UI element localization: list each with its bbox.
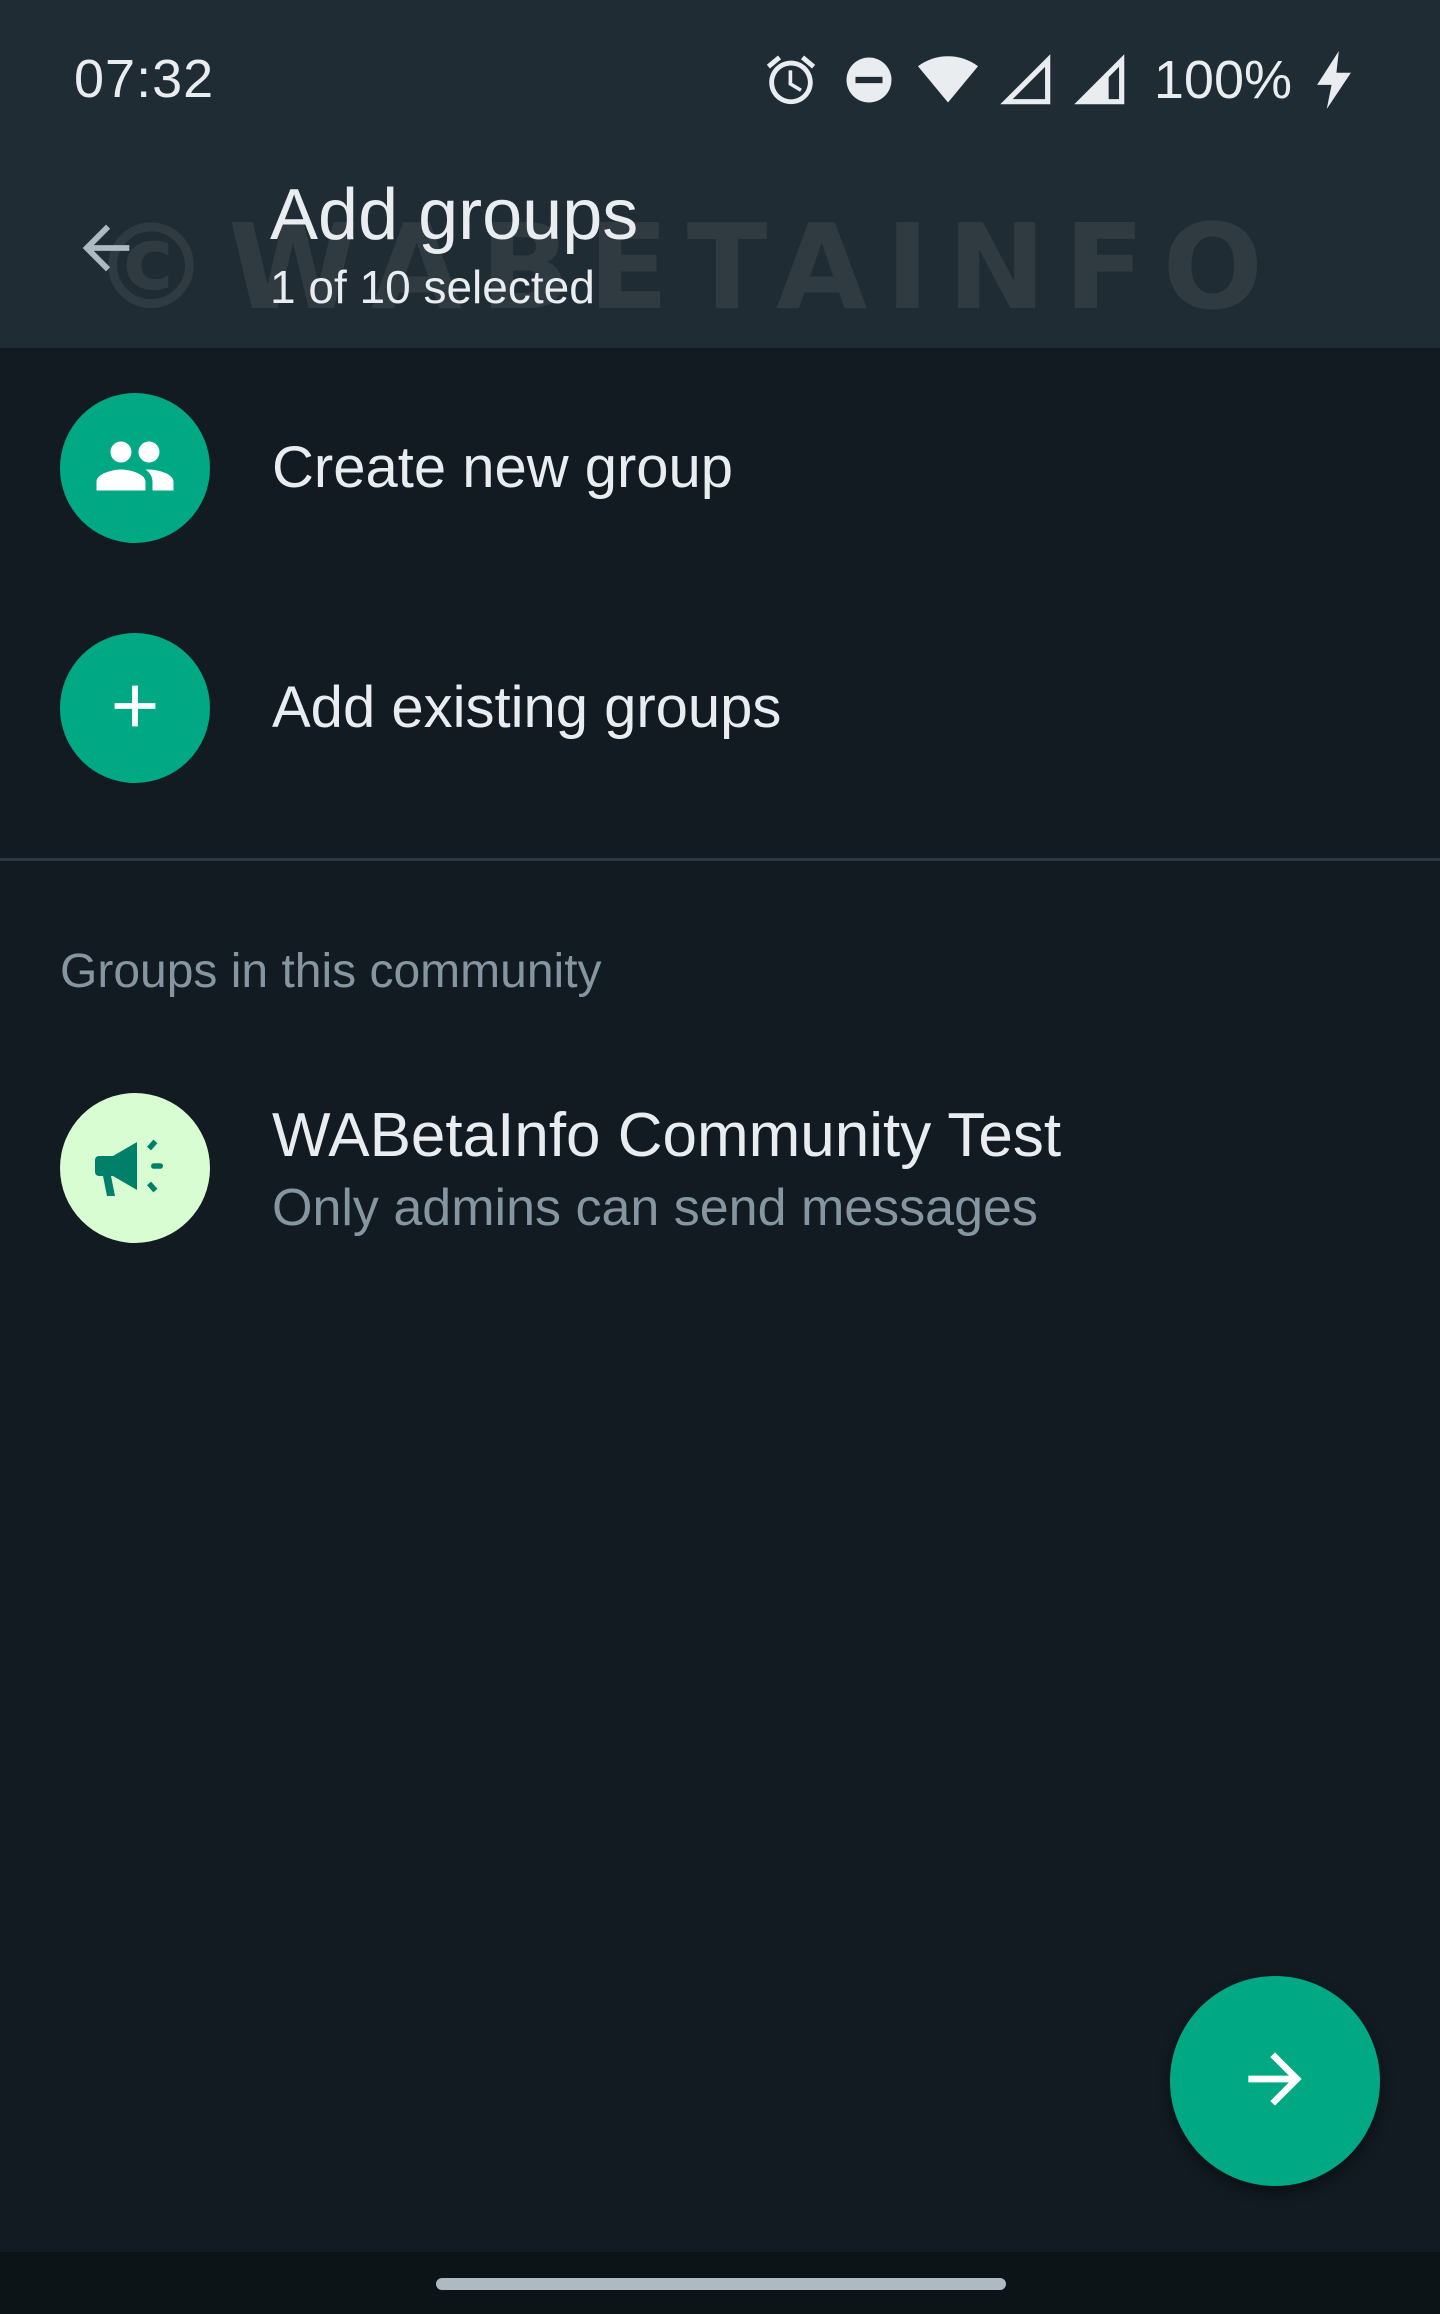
- app-bar: ©WABETAINFO Add groups 1 of 10 selected: [0, 160, 1440, 348]
- divider: [0, 858, 1440, 861]
- battery-percentage: 100%: [1153, 50, 1292, 110]
- header: 07:32 100% ©WABETAINFO Add groups 1 of 1…: [0, 0, 1440, 348]
- create-new-group-label: Create new group: [272, 435, 734, 500]
- arrow-forward-icon: [1235, 2039, 1315, 2124]
- charging-icon: [1314, 51, 1354, 109]
- screen: 07:32 100% ©WABETAINFO Add groups 1 of 1…: [0, 0, 1440, 2314]
- arrow-back-icon: [71, 213, 141, 288]
- add-existing-groups-label: Add existing groups: [272, 675, 782, 740]
- create-group-avatar: [60, 393, 210, 543]
- status-time: 07:32: [74, 49, 215, 109]
- signal-icon: [1074, 53, 1126, 107]
- add-existing-avatar: [60, 633, 210, 783]
- add-existing-groups-row[interactable]: Add existing groups: [0, 608, 1440, 808]
- status-icons: 100%: [762, 48, 1354, 112]
- alarm-icon: [762, 51, 820, 109]
- plus-icon: [100, 671, 170, 746]
- selection-count: 1 of 10 selected: [270, 261, 595, 313]
- next-button[interactable]: [1170, 1976, 1380, 2186]
- announcement-avatar: [60, 1093, 210, 1243]
- group-name: WABetaInfo Community Test: [272, 1101, 1062, 1170]
- do-not-disturb-icon: [842, 53, 896, 107]
- status-bar: 07:32 100%: [0, 0, 1440, 160]
- group-icon: [93, 424, 177, 513]
- create-new-group-row[interactable]: Create new group: [0, 368, 1440, 568]
- signal-icon: [1000, 53, 1052, 107]
- section-title: Groups in this community: [60, 945, 602, 998]
- wifi-icon: [917, 53, 978, 107]
- megaphone-icon: [87, 1118, 183, 1219]
- page-title: Add groups: [270, 175, 639, 255]
- group-status: Only admins can send messages: [272, 1179, 1038, 1237]
- home-indicator[interactable]: [436, 2278, 1006, 2290]
- back-button[interactable]: [64, 208, 148, 292]
